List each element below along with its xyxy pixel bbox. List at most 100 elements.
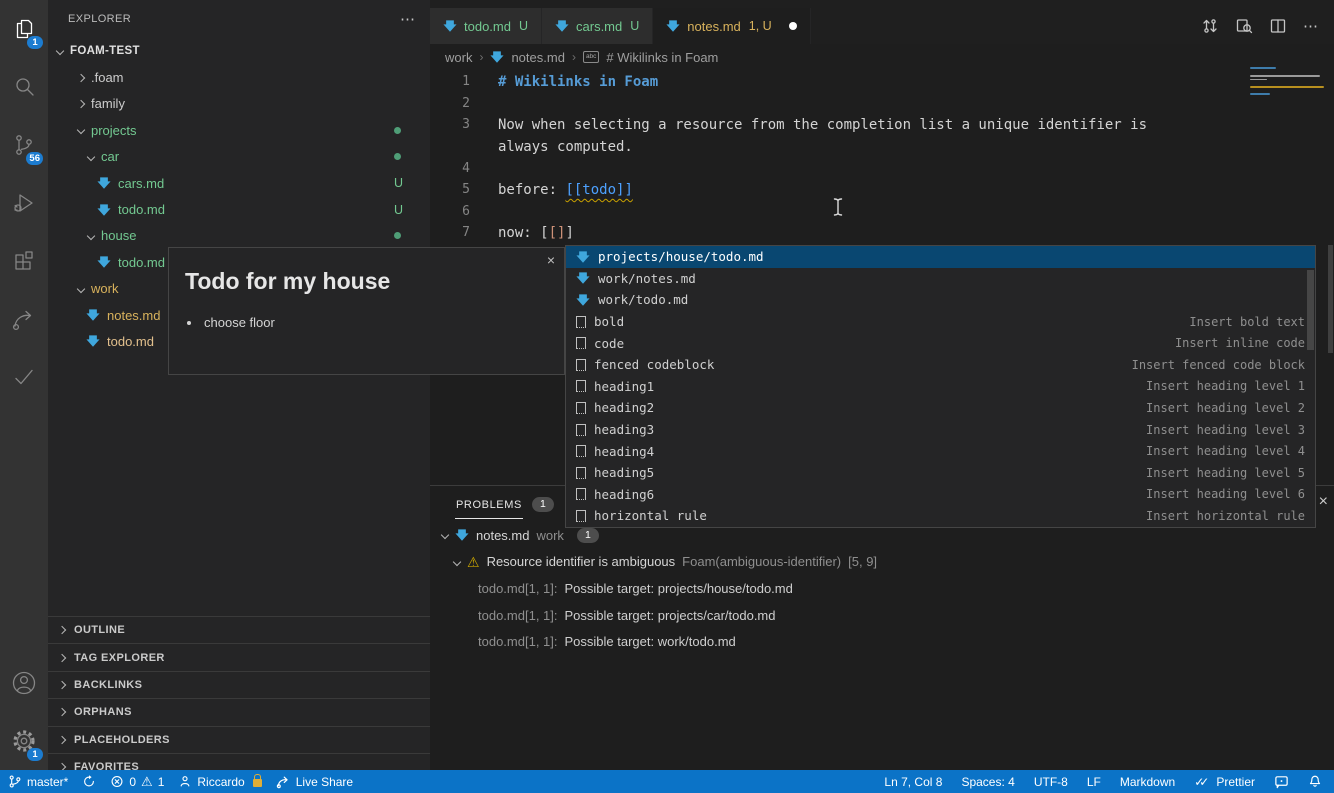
chevron-down-icon	[77, 126, 85, 134]
source-control-icon[interactable]: 56	[0, 116, 48, 174]
notifications-status[interactable]	[1308, 774, 1322, 789]
branch-name: master*	[27, 775, 68, 789]
bracket-outer: ]	[565, 225, 573, 241]
extensions-icon[interactable]	[0, 232, 48, 290]
magnifier-icon	[12, 75, 36, 99]
suggestion-heading2[interactable]: heading2 Insert heading level 2	[566, 397, 1315, 419]
breadcrumb: work › notes.md › # Wikilinks in Foam	[430, 44, 1334, 70]
chevron-down-icon	[77, 284, 85, 292]
minimap-line	[1250, 75, 1320, 77]
tree-item-projects[interactable]: projects	[48, 117, 430, 143]
problems-status[interactable]: 0 ⚠ 1	[110, 774, 164, 789]
tree-item-foam[interactable]: .foam	[48, 64, 430, 90]
bracket-outer: [	[540, 225, 548, 241]
dirty-indicator[interactable]	[789, 22, 797, 30]
open-preview-icon[interactable]	[1235, 17, 1253, 35]
suggestion-fenced-codeblock[interactable]: fenced codeblock Insert fenced code bloc…	[566, 354, 1315, 376]
suggestion-horizontal-rule[interactable]: horizontal rule Insert horizontal rule	[566, 505, 1315, 527]
compare-changes-icon[interactable]	[1201, 17, 1219, 35]
suggestion-heading3[interactable]: heading3 Insert heading level 3	[566, 419, 1315, 441]
close-icon[interactable]: ×	[547, 252, 555, 268]
chevron-down-icon	[56, 47, 64, 55]
minimap-line	[1250, 93, 1270, 95]
tab-cars-md[interactable]: cars.md U	[542, 8, 653, 44]
suggestion-work-todo-md[interactable]: work/todo.md	[566, 289, 1315, 311]
line-col-label: Ln 7, Col 8	[884, 775, 942, 789]
encoding-status[interactable]: UTF-8	[1034, 775, 1068, 789]
section-tag-explorer[interactable]: TAG EXPLORER	[48, 643, 430, 670]
error-circle-icon	[110, 774, 124, 789]
minimap[interactable]	[1248, 64, 1326, 106]
bracket-inner: []	[549, 225, 566, 241]
live-share-icon[interactable]	[0, 290, 48, 348]
tree-item-family[interactable]: family	[48, 91, 430, 117]
suggestion-bold[interactable]: bold Insert bold text	[566, 311, 1315, 333]
section-placeholders[interactable]: PLACEHOLDERS	[48, 726, 430, 753]
related-info-row[interactable]: todo.md[1, 1]: Possible target: work/tod…	[430, 628, 1334, 655]
section-orphans[interactable]: ORPHANS	[48, 698, 430, 725]
split-editor-icon[interactable]	[1269, 17, 1287, 35]
related-message: Possible target: projects/house/todo.md	[565, 581, 793, 596]
suggestion-description: Insert heading level 3	[1146, 423, 1305, 437]
suggestion-code[interactable]: code Insert inline code	[566, 332, 1315, 354]
person-circle-icon	[11, 670, 37, 696]
suggestion-work-notes-md[interactable]: work/notes.md	[566, 268, 1315, 290]
suggestion-projects-house-todo-md[interactable]: projects/house/todo.md	[566, 246, 1315, 268]
tab-todo-md[interactable]: todo.md U	[430, 8, 542, 44]
sidebar-more-actions[interactable]: ⋯	[400, 10, 416, 28]
live-share-user-status[interactable]: Riccardo	[178, 774, 261, 789]
suggestion-heading5[interactable]: heading5 Insert heading level 5	[566, 462, 1315, 484]
language-label: Markdown	[1120, 775, 1175, 789]
suggest-scrollbar[interactable]	[1307, 270, 1314, 350]
section-outline[interactable]: OUTLINE	[48, 616, 430, 643]
settings-gear-icon[interactable]: 1	[0, 712, 48, 770]
editor-scrollbar[interactable]	[1328, 245, 1333, 353]
cursor-position-status[interactable]: Ln 7, Col 8	[884, 775, 942, 789]
feedback-status[interactable]	[1274, 774, 1289, 789]
language-mode-status[interactable]: Markdown	[1120, 775, 1175, 789]
extensions-squares-icon	[12, 249, 36, 273]
suggestion-heading6[interactable]: heading6 Insert heading level 6	[566, 484, 1315, 506]
more-actions-icon[interactable]: ⋯	[1303, 17, 1319, 35]
tab-label: notes.md	[687, 19, 740, 34]
tab-problems[interactable]: PROBLEMS	[455, 489, 523, 519]
hover-list-item: choose floor	[187, 315, 564, 330]
related-info-row[interactable]: todo.md[1, 1]: Possible target: projects…	[430, 575, 1334, 602]
tab-notes-md[interactable]: notes.md 1, U	[653, 8, 810, 44]
section-label: PLACEHOLDERS	[74, 734, 170, 746]
tree-item-cars-md[interactable]: cars.md U	[48, 170, 430, 196]
minimap-line	[1250, 86, 1324, 88]
formatter-status[interactable]: ✓✓Prettier	[1194, 775, 1255, 789]
run-debug-icon[interactable]	[0, 174, 48, 232]
problem-warning-row[interactable]: ⚠ Resource identifier is ambiguous Foam(…	[430, 549, 1334, 576]
tree-item-house[interactable]: house	[48, 223, 430, 249]
code-line: 5before: [[todo]]	[430, 179, 1334, 201]
breadcrumb-file[interactable]: notes.md	[511, 50, 564, 65]
close-panel-icon[interactable]: ×	[1319, 493, 1328, 511]
related-info-row[interactable]: todo.md[1, 1]: Possible target: projects…	[430, 602, 1334, 629]
chevron-right-icon	[77, 100, 85, 108]
breadcrumb-symbol[interactable]: # Wikilinks in Foam	[606, 50, 718, 65]
indentation-status[interactable]: Spaces: 4	[961, 775, 1014, 789]
suggestion-description: Insert heading level 2	[1146, 401, 1305, 415]
markdown-file-icon	[490, 50, 504, 64]
sync-status[interactable]	[82, 774, 96, 789]
tree-item-label: todo.md	[118, 202, 165, 217]
section-backlinks[interactable]: BACKLINKS	[48, 671, 430, 698]
tree-item-car[interactable]: car	[48, 144, 430, 170]
status-bar: master* 0 ⚠ 1 Riccardo Live Share Ln	[0, 770, 1334, 793]
search-icon[interactable]	[0, 58, 48, 116]
suggestion-heading1[interactable]: heading1 Insert heading level 1	[566, 376, 1315, 398]
tree-item-car-todo-md[interactable]: todo.md U	[48, 196, 430, 222]
live-share-status[interactable]: Live Share	[276, 774, 353, 789]
git-branch-status[interactable]: master*	[8, 774, 68, 789]
explorer-icon[interactable]: 1	[0, 0, 48, 58]
related-location: todo.md[1, 1]:	[478, 634, 558, 649]
suggestion-heading4[interactable]: heading4 Insert heading level 4	[566, 440, 1315, 462]
eol-status[interactable]: LF	[1087, 775, 1101, 789]
testing-icon[interactable]	[0, 348, 48, 406]
breadcrumb-folder[interactable]: work	[445, 50, 472, 65]
wikilink-with-warning[interactable]: [[todo]]	[565, 182, 632, 198]
account-icon[interactable]	[0, 654, 48, 712]
workspace-root[interactable]: FOAM-TEST	[48, 38, 430, 64]
